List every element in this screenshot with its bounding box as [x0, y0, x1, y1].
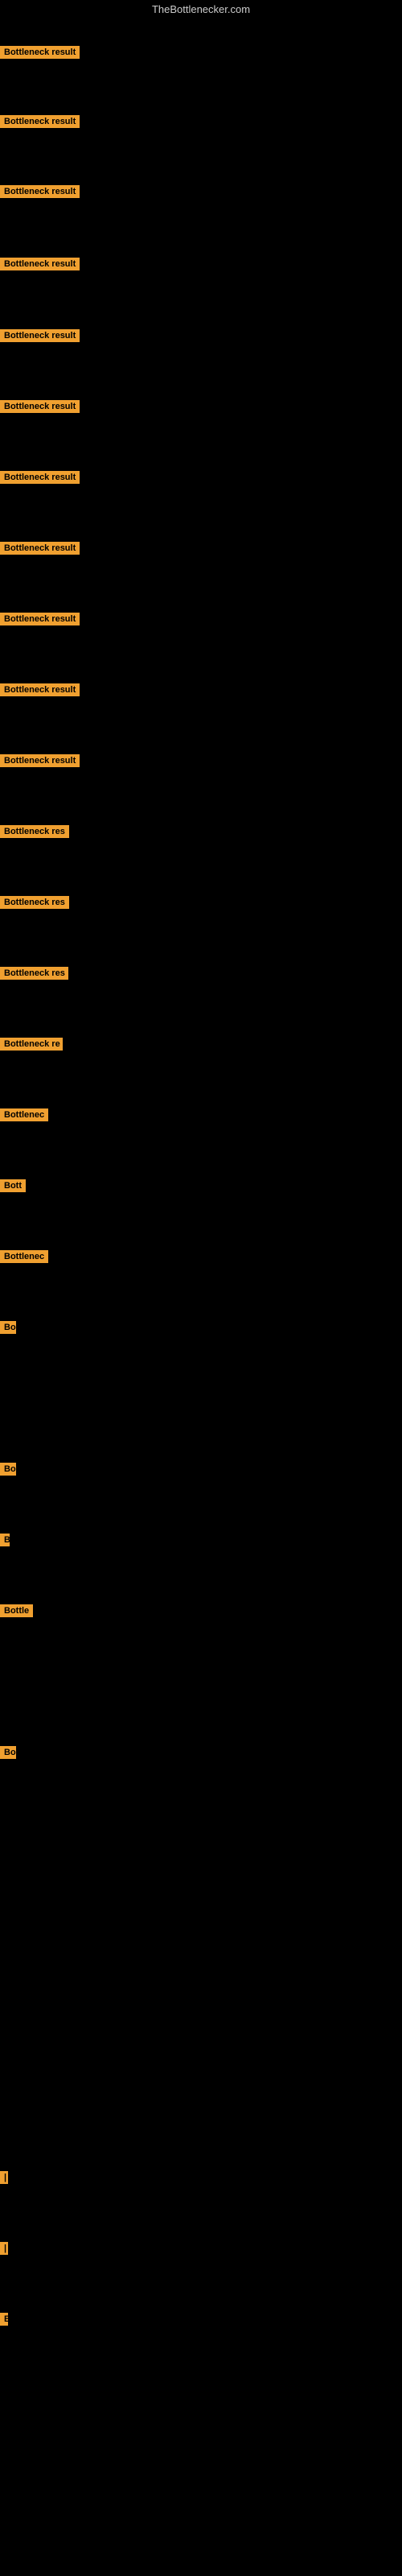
badge-1: Bottleneck result — [0, 46, 80, 59]
badge-24: | — [0, 2171, 8, 2184]
badge-4: Bottleneck result — [0, 258, 80, 270]
badge-18: Bottlenec — [0, 1250, 48, 1263]
badge-6: Bottleneck result — [0, 400, 80, 413]
badge-7: Bottleneck result — [0, 471, 80, 484]
badge-19: Bo — [0, 1321, 16, 1334]
badge-9: Bottleneck result — [0, 613, 80, 625]
badge-16: Bottlenec — [0, 1108, 48, 1121]
badge-8: Bottleneck result — [0, 542, 80, 555]
badge-26: E — [0, 2313, 8, 2326]
badge-13: Bottleneck res — [0, 896, 69, 909]
badge-11: Bottleneck result — [0, 754, 80, 767]
badge-23: Bo — [0, 1746, 16, 1759]
badge-14: Bottleneck res — [0, 967, 68, 980]
badge-25: | — [0, 2242, 8, 2255]
badge-5: Bottleneck result — [0, 329, 80, 342]
badge-15: Bottleneck re — [0, 1038, 63, 1051]
badge-12: Bottleneck res — [0, 825, 69, 838]
badge-17: Bott — [0, 1179, 26, 1192]
badge-10: Bottleneck result — [0, 683, 80, 696]
badge-3: Bottleneck result — [0, 185, 80, 198]
badge-21: B — [0, 1534, 10, 1546]
badge-2: Bottleneck result — [0, 115, 80, 128]
badge-20: Bo — [0, 1463, 16, 1476]
badge-22: Bottle — [0, 1604, 33, 1617]
